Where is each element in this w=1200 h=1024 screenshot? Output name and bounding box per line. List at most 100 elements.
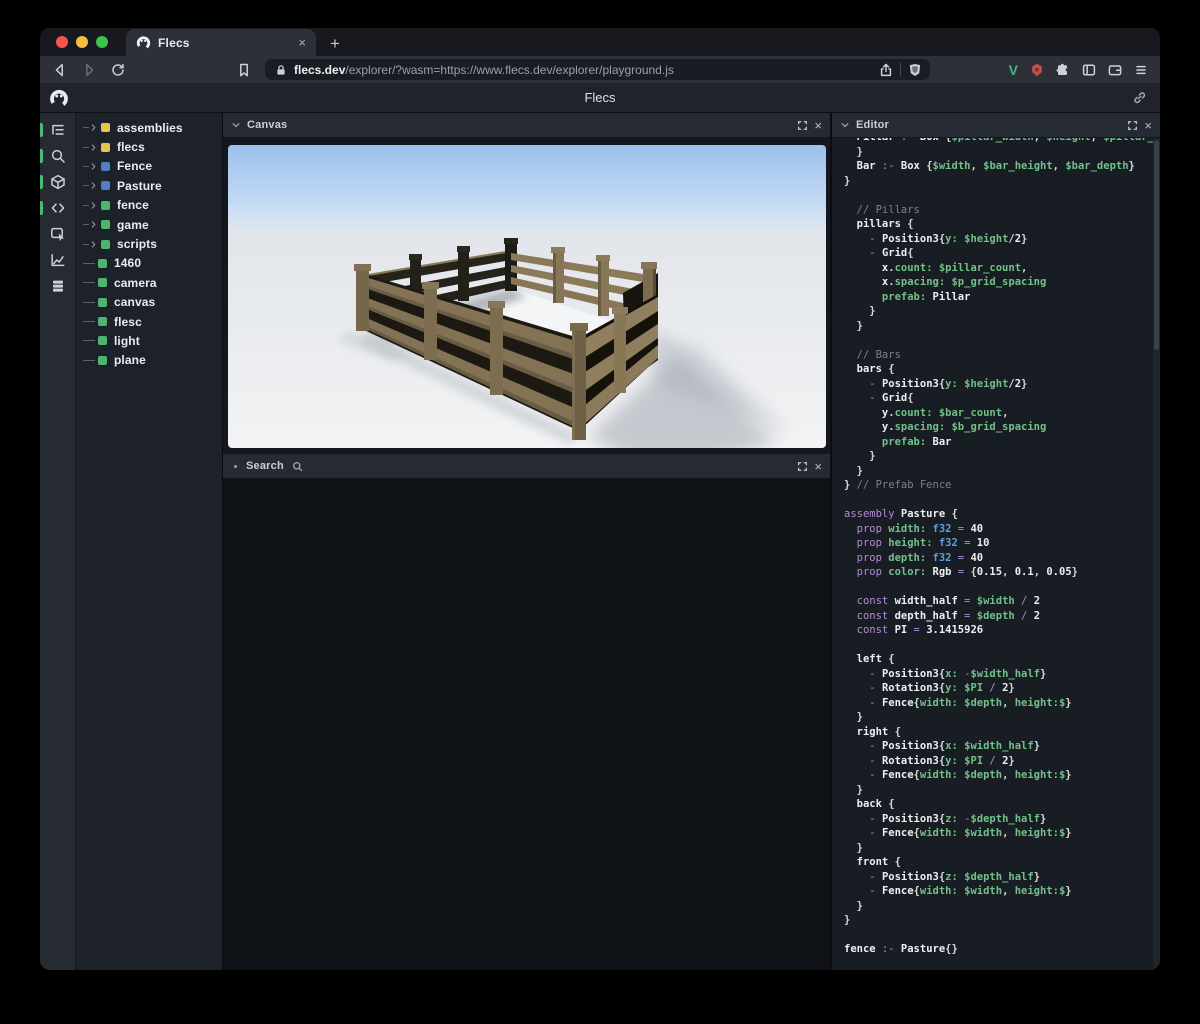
window-controls <box>40 28 126 56</box>
tree-item-flesc[interactable]: flesc <box>76 312 222 331</box>
tree-item-camera[interactable]: camera <box>76 273 222 292</box>
canvas-panel: Canvas × <box>223 113 830 454</box>
chevron-down-icon[interactable] <box>231 120 241 130</box>
code-line: // Bars <box>844 348 901 361</box>
rail-entity-tree-icon[interactable] <box>40 117 75 143</box>
rail-inspector-icon[interactable] <box>40 221 75 247</box>
entity-color-swatch <box>101 239 110 249</box>
forward-button-icon[interactable] <box>81 62 97 78</box>
close-panel-icon[interactable]: × <box>814 119 822 132</box>
tree-item-label: scripts <box>117 237 158 252</box>
lock-icon <box>275 64 287 76</box>
reload-button-icon[interactable] <box>110 62 126 78</box>
tree-item-fence[interactable]: fence <box>76 196 222 215</box>
code-line: back { <box>844 798 895 810</box>
expand-chevron-icon[interactable] <box>89 123 98 132</box>
tree-item-label: game <box>117 217 149 232</box>
tree-item-label: canvas <box>114 295 156 310</box>
expand-chevron-icon[interactable] <box>89 162 98 171</box>
browser-toolbar: flecs.dev/explorer/?wasm=https://www.fle… <box>40 56 1160 83</box>
code-line: } <box>844 319 863 332</box>
close-panel-icon[interactable]: × <box>1144 119 1152 132</box>
tab-favicon-icon <box>136 35 151 50</box>
tree-item-label: plane <box>114 353 146 368</box>
browser-tab[interactable]: Flecs × <box>126 29 316 56</box>
close-window-button[interactable] <box>56 36 68 48</box>
close-panel-icon[interactable]: × <box>814 460 822 473</box>
rail-archetypes-icon[interactable] <box>40 273 75 299</box>
fullscreen-icon[interactable] <box>797 120 808 131</box>
rail-script-editor-icon[interactable] <box>40 195 75 221</box>
back-button-icon[interactable] <box>52 62 68 78</box>
left-icon-rail <box>40 113 76 970</box>
panel-bullet-icon[interactable] <box>234 464 237 468</box>
expand-chevron-icon[interactable] <box>89 181 98 190</box>
brave-shield-icon[interactable] <box>908 63 922 77</box>
code-line: front { <box>844 856 901 868</box>
search-panel-body <box>223 479 830 970</box>
expand-chevron-icon[interactable] <box>89 201 98 210</box>
rail-canvas-3d-icon[interactable] <box>40 169 75 195</box>
code-line: prefab: Pillar <box>844 290 971 303</box>
menu-icon[interactable] <box>1134 63 1148 77</box>
tree-item-label: 1460 <box>114 256 142 271</box>
code-line: Pillar :- Box {$pillar_width, $height, $… <box>844 138 1160 145</box>
new-tab-button[interactable]: + <box>330 35 340 52</box>
zoom-window-button[interactable] <box>96 36 108 48</box>
code-line: - Position3{x: $width_half} <box>844 740 1041 752</box>
url-divider <box>899 63 901 76</box>
share-icon[interactable] <box>879 63 893 77</box>
tab-close-button[interactable]: × <box>296 35 308 50</box>
search-icon <box>292 461 303 472</box>
tree-item-canvas[interactable]: canvas <box>76 293 222 312</box>
fullscreen-icon[interactable] <box>797 461 808 472</box>
tree-item-game[interactable]: game <box>76 215 222 234</box>
tree-item-scripts[interactable]: scripts <box>76 234 222 253</box>
tab-title: Flecs <box>158 35 190 50</box>
code-line: pillars { <box>844 218 914 230</box>
code-line: bars { <box>844 363 895 375</box>
tree-item-1460[interactable]: 1460 <box>76 254 222 273</box>
chevron-down-icon[interactable] <box>840 120 850 130</box>
sidebar-toggle-icon[interactable] <box>1082 63 1096 77</box>
expand-chevron-icon[interactable] <box>89 220 98 229</box>
tree-item-label: Pasture <box>117 178 162 193</box>
code-line: prefab: Bar <box>844 435 952 448</box>
tree-item-light[interactable]: light <box>76 331 222 350</box>
code-line: prop color: Rgb = {0.15, 0.1, 0.05} <box>844 566 1078 578</box>
url-bar[interactable]: flecs.dev/explorer/?wasm=https://www.fle… <box>265 59 930 80</box>
minimize-window-button[interactable] <box>76 36 88 48</box>
code-line: // Pillars <box>844 203 920 216</box>
extensions-puzzle-icon[interactable] <box>1056 63 1070 77</box>
tree-item-Pasture[interactable]: Pasture <box>76 176 222 195</box>
bookmark-icon[interactable] <box>236 62 252 78</box>
expand-chevron-icon[interactable] <box>89 143 98 152</box>
editor-scrollbar[interactable] <box>1153 138 1160 970</box>
search-panel: Search × <box>223 454 830 970</box>
tree-guide-line <box>83 282 95 284</box>
editor-body[interactable]: Pillar :- Box {$pillar_width, $height, $… <box>832 138 1160 970</box>
fullscreen-icon[interactable] <box>1127 120 1138 131</box>
tree-item-Fence[interactable]: Fence <box>76 157 222 176</box>
canvas-3d-viewport[interactable] <box>227 144 826 448</box>
share-link-icon[interactable] <box>1132 90 1147 105</box>
tree-item-flecs[interactable]: flecs <box>76 137 222 156</box>
wallet-icon[interactable] <box>1108 63 1122 77</box>
scrollbar-thumb[interactable] <box>1154 140 1159 350</box>
rail-statistics-icon[interactable] <box>40 247 75 273</box>
rail-query-search-icon[interactable] <box>40 143 75 169</box>
tree-item-assemblies[interactable]: assemblies <box>76 118 222 137</box>
code-line: - Fence{width: $width, height:$} <box>844 885 1072 897</box>
tree-guide-line <box>83 359 95 361</box>
entity-color-swatch <box>101 161 110 171</box>
expand-chevron-icon[interactable] <box>89 240 98 249</box>
tree-item-plane[interactable]: plane <box>76 351 222 370</box>
code-editor[interactable]: Pillar :- Box {$pillar_width, $height, $… <box>832 138 1160 957</box>
code-line: } <box>844 174 851 187</box>
vue-devtools-icon[interactable]: V <box>1009 62 1018 78</box>
extension-red-hex-icon[interactable] <box>1030 63 1044 77</box>
desktop-background: Flecs × + flecs.dev/explorer/?wasm=https… <box>0 0 1200 1024</box>
entity-color-swatch <box>101 123 110 133</box>
